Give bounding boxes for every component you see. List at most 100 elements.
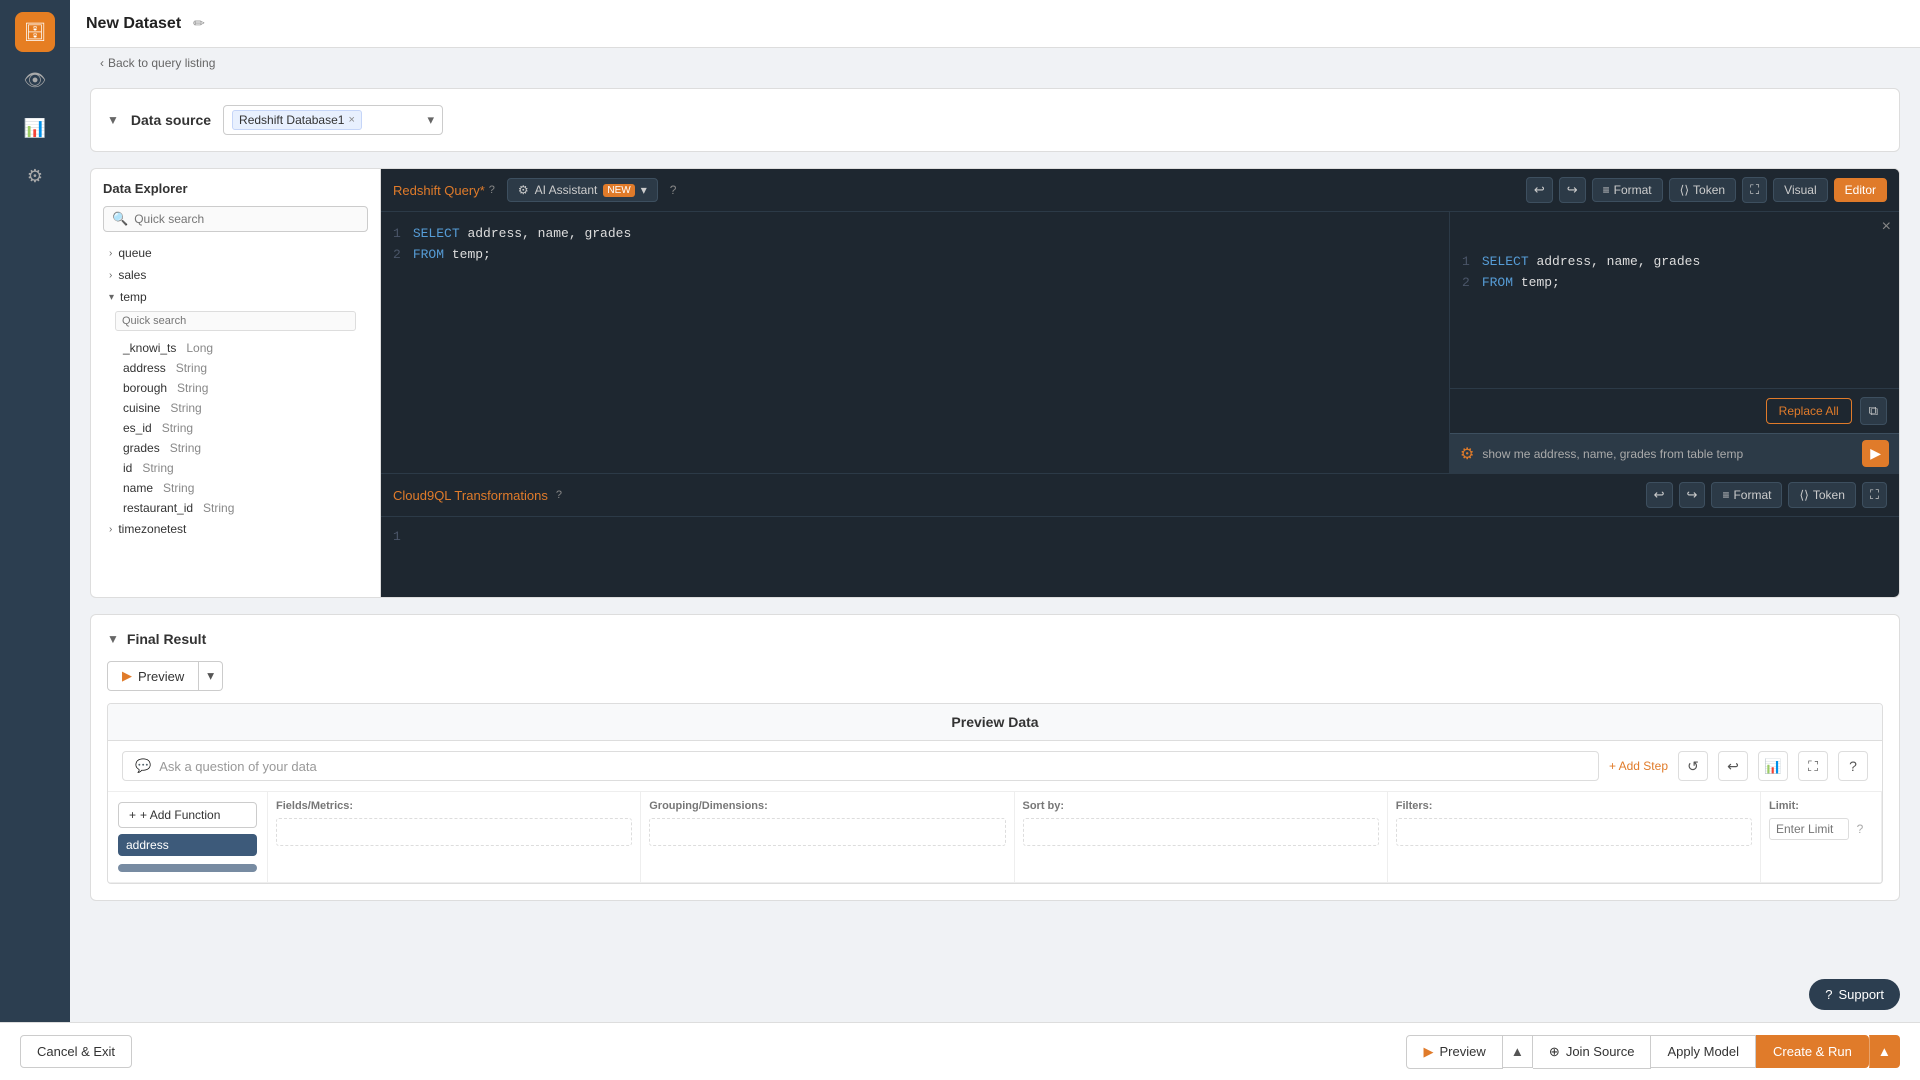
tree-item-queue[interactable]: › queue	[103, 242, 368, 264]
field-borough[interactable]: borough String	[103, 378, 368, 398]
visual-button[interactable]: Visual	[1773, 178, 1827, 202]
sub-search-input[interactable]	[115, 311, 356, 331]
field-address[interactable]: address String	[103, 358, 368, 378]
transform-expand-button[interactable]: ⛶	[1862, 482, 1887, 508]
fields-drop-zone[interactable]	[276, 818, 632, 846]
token-button[interactable]: ⟨⟩ Token	[1669, 178, 1736, 202]
limit-input[interactable]	[1769, 818, 1849, 840]
support-button[interactable]: ? Support	[1809, 979, 1900, 1010]
preview-btn-group: ▶ Preview ▾	[107, 661, 1883, 691]
format-icon: ≡	[1603, 183, 1610, 197]
tree-item-sales[interactable]: › sales	[103, 264, 368, 286]
right-panel-close[interactable]: ×	[1882, 218, 1891, 236]
editor-button[interactable]: Editor	[1834, 178, 1887, 202]
query-help-icon2[interactable]: ?	[670, 183, 677, 197]
bottom-right-actions: ▶ Preview ▲ ⊕ Join Source Apply Model Cr…	[1406, 1035, 1900, 1069]
undo-icon-button[interactable]: ↩	[1718, 751, 1748, 781]
field-knowi-ts[interactable]: _knowi_ts Long	[103, 338, 368, 358]
field-tag-address[interactable]: address	[118, 834, 257, 856]
right-panel-header: ×	[1450, 212, 1899, 242]
create-run-button[interactable]: Create & Run	[1756, 1035, 1869, 1068]
ai-assistant-button[interactable]: ⚙ AI Assistant NEW ▾	[507, 178, 658, 202]
query-editor-left[interactable]: 1SELECT address, name, grades 2FROM temp…	[381, 212, 1449, 473]
preview-bar-button[interactable]: ▶ Preview	[1406, 1035, 1502, 1069]
field-tag-second[interactable]	[118, 864, 257, 872]
transform-token-icon: ⟨⟩	[1799, 488, 1808, 502]
cancel-exit-button[interactable]: Cancel & Exit	[20, 1035, 132, 1068]
filters-header: Filters:	[1396, 800, 1752, 812]
field-grades[interactable]: grades String	[103, 438, 368, 458]
play-icon: ▶	[122, 668, 132, 684]
page-title: New Dataset	[86, 15, 181, 33]
replace-all-button[interactable]: Replace All	[1766, 398, 1852, 424]
tag-close-icon[interactable]: ×	[348, 114, 354, 126]
transform-tab-bar: Cloud9QL Transformations ? ↩ ↪ ≡ Format	[381, 474, 1899, 517]
transform-help-icon[interactable]: ?	[556, 489, 562, 501]
expand-icon-button[interactable]: ⛶	[1798, 751, 1828, 781]
tree-item-temp[interactable]: ▾ temp	[103, 286, 368, 308]
sidebar-database-icon[interactable]: 🗄	[15, 12, 55, 52]
data-explorer: Data Explorer 🔍 › queue › sales ▾ t	[90, 168, 380, 598]
expand-button[interactable]: ⛶	[1742, 177, 1767, 203]
preview-dropdown-button[interactable]: ▾	[199, 661, 223, 691]
back-link[interactable]: ‹ Back to query listing	[100, 56, 215, 70]
quick-search-bar[interactable]: 🔍	[103, 206, 368, 232]
limit-help-icon[interactable]: ?	[1857, 822, 1864, 836]
add-step-button[interactable]: + Add Step	[1609, 759, 1668, 773]
ai-prompt-icon: ⚙	[1460, 444, 1474, 464]
token-icon: ⟨⟩	[1680, 183, 1689, 197]
data-source-chevron[interactable]: ▼	[107, 113, 119, 127]
create-run-chevron-button[interactable]: ▲	[1869, 1035, 1900, 1068]
sidebar-gear-icon[interactable]: ⚙	[15, 156, 55, 196]
final-result-chevron[interactable]: ▼	[107, 632, 119, 646]
add-function-col: + + Add Function address	[108, 792, 268, 882]
redo-button[interactable]: ↪	[1559, 177, 1586, 203]
sub-search-bar[interactable]	[103, 308, 368, 334]
field-es-id[interactable]: es_id String	[103, 418, 368, 438]
sidebar-eye-icon[interactable]: 👁	[15, 60, 55, 100]
tree-item-timezonetest[interactable]: › timezonetest	[103, 518, 368, 540]
quick-search-input[interactable]	[134, 212, 359, 226]
limit-header: Limit:	[1769, 800, 1873, 812]
sortby-drop-zone[interactable]	[1023, 818, 1379, 846]
preview-bar-chevron-button[interactable]: ▲	[1503, 1035, 1533, 1068]
reset-icon-button[interactable]: ↺	[1678, 751, 1708, 781]
format-button[interactable]: ≡ Format	[1592, 178, 1663, 202]
field-restaurant-id[interactable]: restaurant_id String	[103, 498, 368, 518]
ai-question-icon: 💬	[135, 758, 151, 774]
support-icon: ?	[1825, 987, 1832, 1002]
ai-send-button[interactable]: ▶	[1862, 440, 1889, 467]
transform-token-button[interactable]: ⟨⟩ Token	[1788, 482, 1855, 508]
field-cuisine[interactable]: cuisine String	[103, 398, 368, 418]
grouping-drop-zone[interactable]	[649, 818, 1005, 846]
help-icon-button[interactable]: ?	[1838, 751, 1868, 781]
left-sidebar: 🗄 👁 📊 ⚙	[0, 0, 70, 1080]
ai-question-input[interactable]: 💬 Ask a question of your data	[122, 751, 1599, 781]
transform-undo-button[interactable]: ↩	[1646, 482, 1673, 508]
copy-button[interactable]: ⧉	[1860, 397, 1887, 425]
transform-format-button[interactable]: ≡ Format	[1711, 482, 1782, 508]
top-bar: New Dataset ✏	[70, 0, 1920, 48]
transform-redo-button[interactable]: ↪	[1679, 482, 1706, 508]
query-help-icon[interactable]: ?	[489, 184, 495, 196]
ai-badge: NEW	[603, 184, 634, 197]
edit-icon[interactable]: ✏	[193, 15, 205, 32]
apply-model-button[interactable]: Apply Model	[1651, 1035, 1756, 1068]
field-id[interactable]: id String	[103, 458, 368, 478]
sidebar-chart-icon[interactable]: 📊	[15, 108, 55, 148]
query-editor-split: 1SELECT address, name, grades 2FROM temp…	[381, 212, 1899, 473]
redshift-query-tab-bar: Redshift Query* ? ⚙ AI Assistant NEW ▾ ?…	[381, 169, 1899, 212]
field-name[interactable]: name String	[103, 478, 368, 498]
explorer-query-row: Data Explorer 🔍 › queue › sales ▾ t	[90, 168, 1900, 598]
data-source-select[interactable]: Redshift Database1 × ▾	[223, 105, 443, 135]
transform-editor[interactable]: 1	[381, 517, 1899, 597]
join-source-button[interactable]: ⊕ Join Source	[1533, 1035, 1652, 1069]
add-function-button[interactable]: + + Add Function	[118, 802, 257, 828]
right-panel-code: 1SELECT address, name, grades 2FROM temp…	[1450, 242, 1899, 388]
chart-icon-button[interactable]: 📊	[1758, 751, 1788, 781]
filters-drop-zone[interactable]	[1396, 818, 1752, 846]
fields-metrics-header: Fields/Metrics:	[276, 800, 632, 812]
undo-button[interactable]: ↩	[1526, 177, 1553, 203]
preview-button[interactable]: ▶ Preview	[107, 661, 199, 691]
chevron-right-icon: ›	[109, 270, 112, 281]
